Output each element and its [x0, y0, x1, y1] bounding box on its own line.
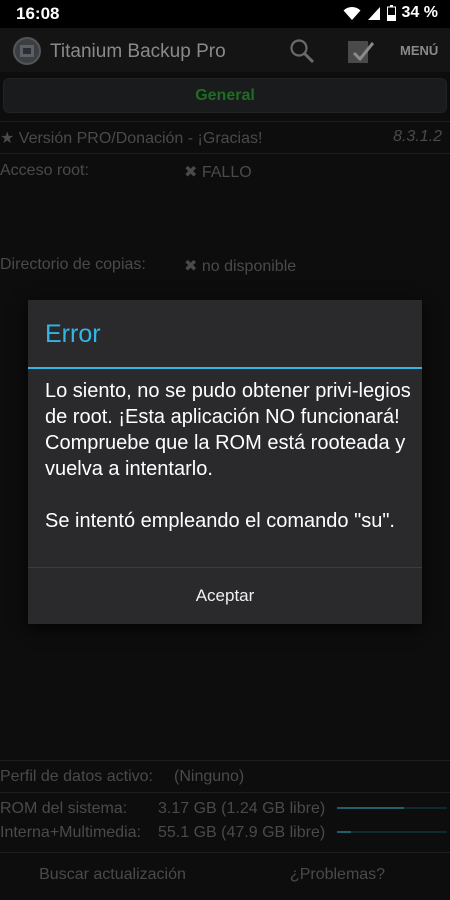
- dialog-title-divider: [28, 367, 422, 369]
- divider: [0, 760, 450, 761]
- batch-check-icon[interactable]: [346, 37, 374, 65]
- tab-general[interactable]: General: [3, 78, 447, 113]
- tab-general-label: General: [195, 87, 255, 104]
- search-icon[interactable]: [289, 38, 315, 64]
- dialog-message: Lo siento, no se pudo obtener privi-legi…: [45, 378, 411, 534]
- divider: [0, 153, 450, 154]
- error-dialog: Error Lo siento, no se pudo obtener priv…: [28, 300, 422, 624]
- profile-label: Perfil de datos activo:: [0, 768, 153, 785]
- battery-icon: [386, 5, 396, 21]
- battery-percent: 34 %: [401, 4, 438, 21]
- wifi-icon: [343, 6, 361, 20]
- internal-value: 55.1 GB (47.9 GB libre): [158, 824, 326, 841]
- status-time: 16:08: [16, 4, 60, 23]
- status-bar: 16:08 34 %: [0, 0, 450, 28]
- divider: [0, 852, 450, 853]
- rom-value: 3.17 GB (1.24 GB libre): [158, 800, 326, 817]
- divider: [0, 121, 450, 122]
- root-access-value: ✖ FALLO: [184, 164, 252, 181]
- signal-icon: [367, 6, 380, 20]
- app-logo-icon[interactable]: [12, 36, 42, 66]
- accept-button[interactable]: Aceptar: [28, 568, 422, 624]
- internal-usage-bar: [337, 831, 351, 833]
- menu-button[interactable]: MENÚ: [400, 43, 438, 58]
- status-icons: 34 %: [343, 4, 438, 22]
- version-number: 8.3.1.2: [393, 128, 442, 145]
- internal-usage-track: [337, 831, 447, 833]
- check-update-button[interactable]: Buscar actualización: [0, 866, 225, 900]
- root-access-label: Acceso root:: [0, 162, 89, 179]
- profile-value[interactable]: (Ninguno): [174, 768, 244, 786]
- dialog-message-paragraph: Lo siento, no se pudo obtener privi-legi…: [45, 380, 411, 480]
- divider: [0, 792, 450, 793]
- app-title: Titanium Backup Pro: [50, 41, 226, 62]
- backup-dir-label: Directorio de copias:: [0, 256, 146, 273]
- problems-button[interactable]: ¿Problemas?: [225, 866, 450, 900]
- dialog-message-paragraph: Se intentó empleando el comando "su".: [45, 510, 395, 532]
- dialog-title: Error: [45, 320, 101, 348]
- backup-dir-value[interactable]: ✖ no disponible: [184, 256, 296, 276]
- version-label: ★ Versión PRO/Donación - ¡Gracias!: [0, 130, 263, 147]
- rom-usage-bar: [337, 807, 404, 809]
- action-bar: Titanium Backup Pro MENÚ: [0, 28, 450, 72]
- internal-label: Interna+Multimedia:: [0, 824, 141, 841]
- rom-label: ROM del sistema:: [0, 800, 128, 817]
